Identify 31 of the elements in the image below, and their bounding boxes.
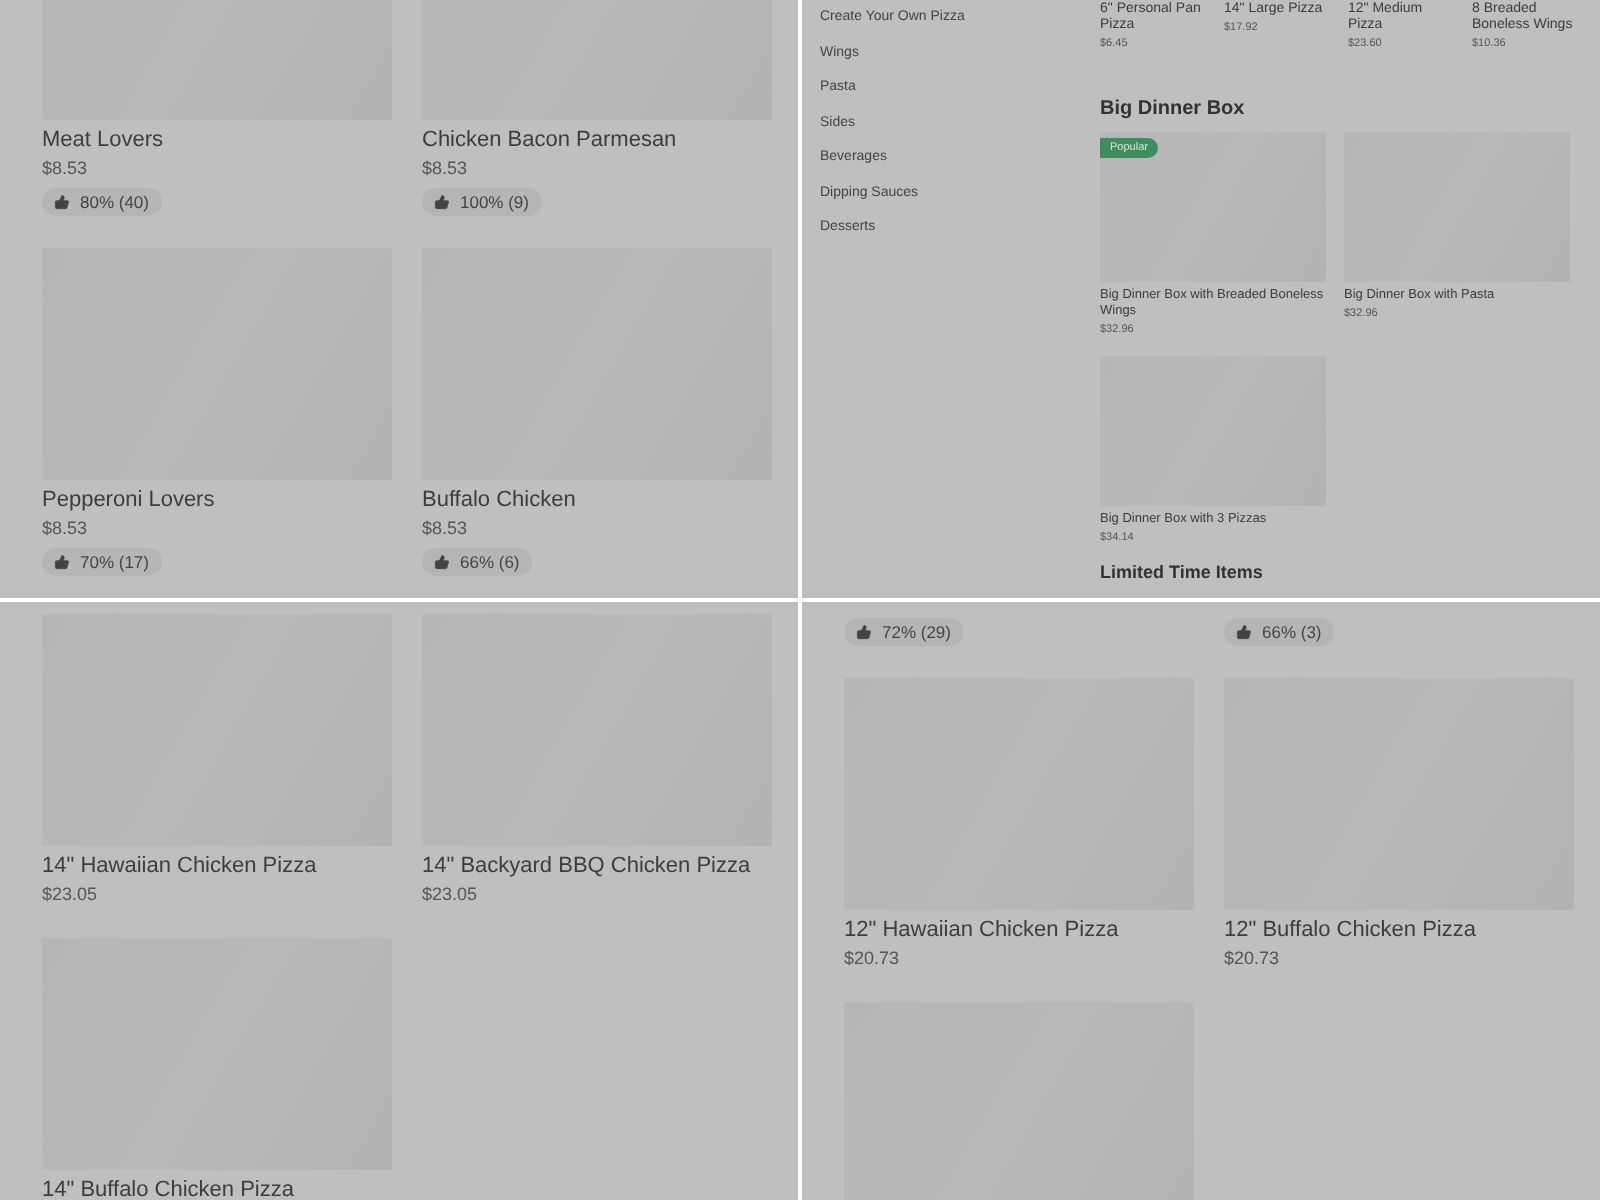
product-name[interactable]: 14" Buffalo Chicken Pizza [42,1176,294,1200]
rating-badge: 66% (6) [422,548,532,576]
product-name[interactable]: 14" Backyard BBQ Chicken Pizza [422,852,751,880]
product-price: $8.53 [42,516,88,540]
product-price: $8.53 [42,156,88,180]
thumbs-up-icon [54,194,70,210]
product-name[interactable]: Buffalo Chicken [422,486,576,514]
thumbs-up-icon [54,554,70,570]
thumbs-up-icon [434,554,450,570]
product-price: $8.53 [422,516,468,540]
product-price: $23.05 [422,882,478,906]
rating-badge: 66% (3) [1224,618,1334,646]
section-heading: Limited Time Items [1100,562,1265,582]
product-name[interactable]: 12" Hawaiian Chicken Pizza [844,916,1119,944]
thumbs-up-icon [434,194,450,210]
product-price: $8.53 [422,156,468,180]
rating-badge: 100% (9) [422,188,541,216]
product-name[interactable]: Meat Lovers [42,126,164,154]
rating-badge: 72% (29) [844,618,963,646]
rating-badge: 80% (40) [42,188,161,216]
product-name[interactable]: Chicken Bacon Parmesan [422,126,677,154]
section-heading: Big Dinner Box [1100,98,1247,120]
product-name[interactable]: Pepperoni Lovers [42,486,215,514]
product-name[interactable]: 12" Buffalo Chicken Pizza [1224,916,1476,944]
product-price: $23.05 [42,882,98,906]
product-price: $20.73 [844,946,900,970]
product-price: $20.73 [1224,946,1280,970]
thumbs-up-icon [1236,624,1252,640]
product-name[interactable]: 14" Hawaiian Chicken Pizza [42,852,317,880]
thumbs-up-icon [856,624,872,640]
rating-badge: 70% (17) [42,548,161,576]
